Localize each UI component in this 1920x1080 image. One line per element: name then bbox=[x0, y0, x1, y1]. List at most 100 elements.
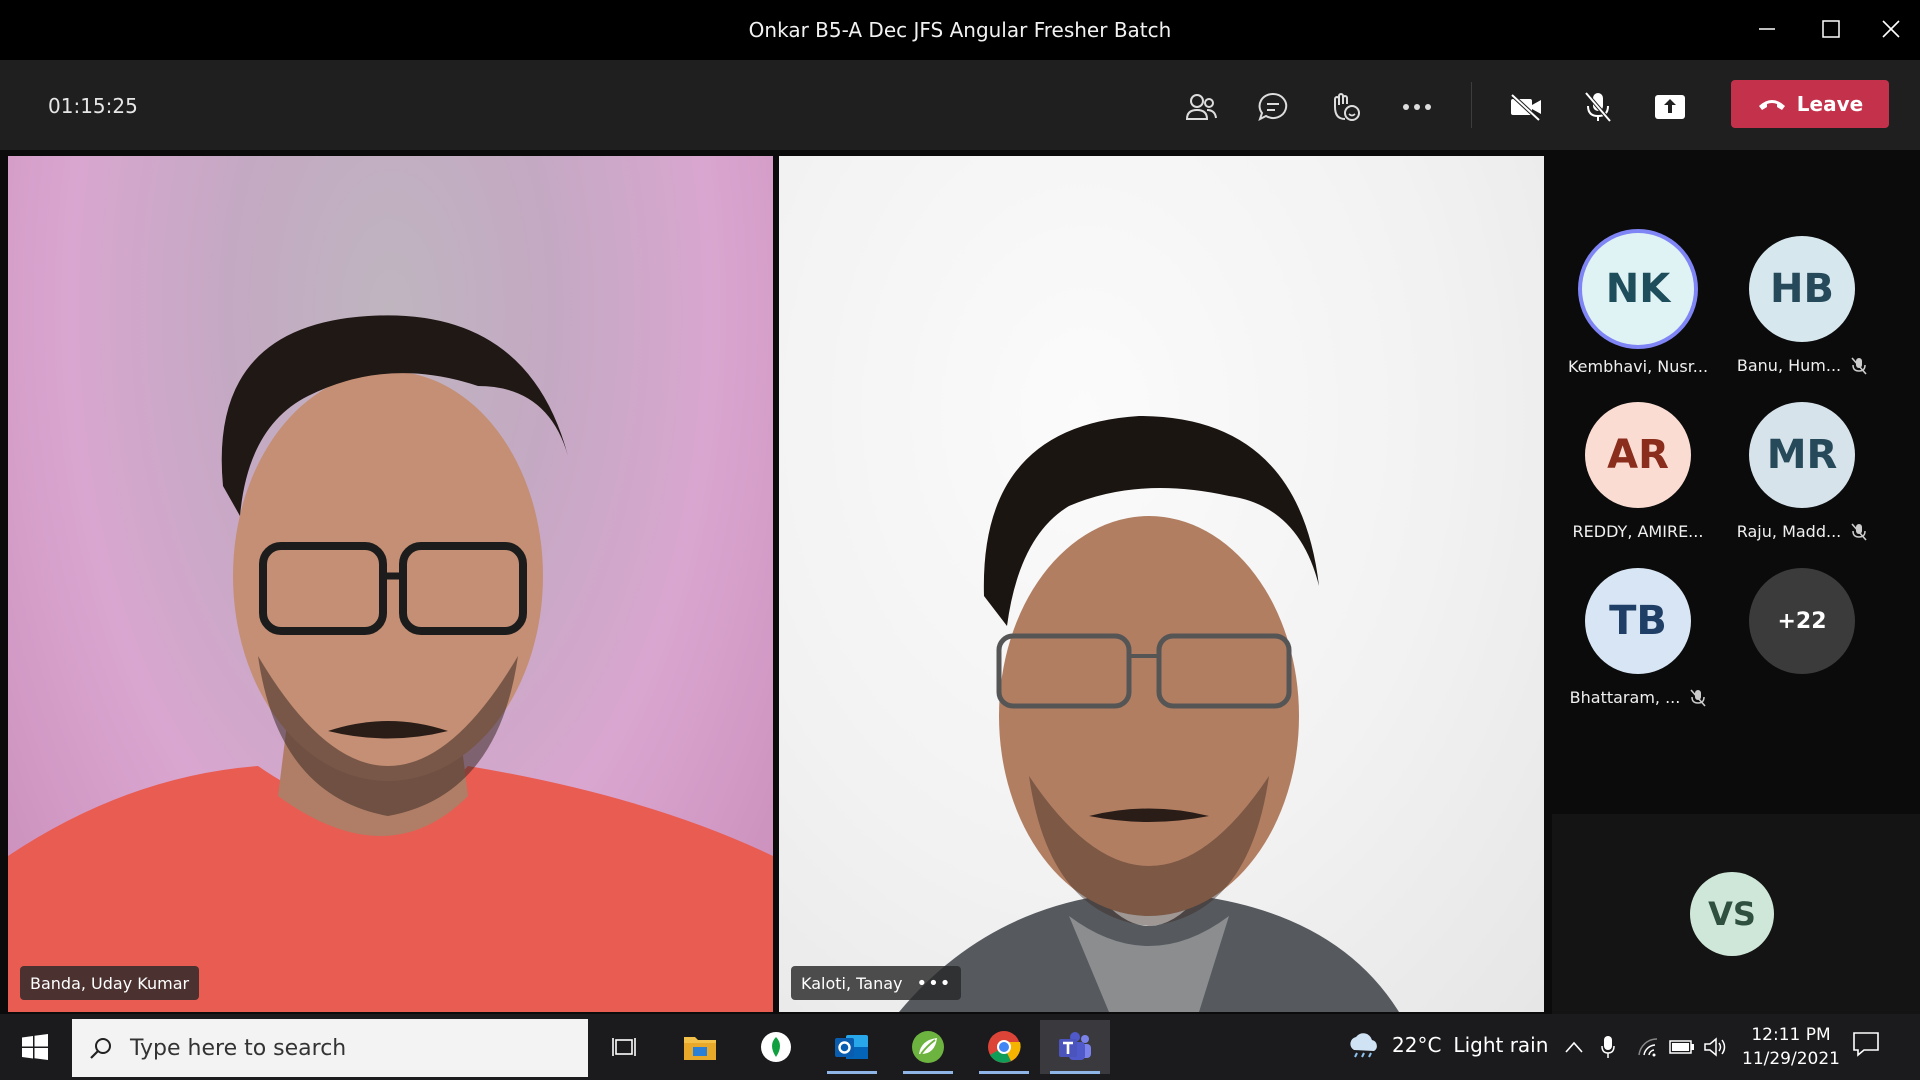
camera-off-icon bbox=[1510, 93, 1541, 121]
microphone-icon bbox=[1601, 1036, 1615, 1058]
meeting-stage: Banda, Uday Kumar Kaloti, Tanay ••• NK K… bbox=[0, 150, 1920, 1014]
muted-mic-icon bbox=[1851, 356, 1867, 375]
system-clock[interactable]: 12:11 PM 11/29/2021 bbox=[1736, 1023, 1846, 1071]
meeting-timer: 01:15:25 bbox=[48, 94, 138, 118]
clock-time: 12:11 PM bbox=[1751, 1025, 1831, 1045]
chrome-icon bbox=[988, 1031, 1021, 1063]
meeting-toolbar: 01:15:25 Leave bbox=[0, 60, 1920, 150]
avatar-initials: TB bbox=[1609, 598, 1667, 644]
wifi-icon bbox=[1638, 1038, 1658, 1057]
video-tile-2[interactable]: Kaloti, Tanay ••• bbox=[779, 156, 1544, 1012]
muted-mic-icon bbox=[1851, 522, 1867, 541]
task-view-icon bbox=[612, 1038, 636, 1056]
maximize-button[interactable] bbox=[1816, 14, 1846, 44]
roster-name-text: Raju, Madd... bbox=[1736, 522, 1842, 541]
outlook-icon bbox=[835, 1035, 868, 1059]
network-button[interactable] bbox=[1632, 1032, 1664, 1062]
minimize-icon bbox=[1759, 28, 1775, 30]
weather-widget[interactable]: 22°C Light rain bbox=[1346, 1032, 1548, 1058]
video-tile-1[interactable]: Banda, Uday Kumar bbox=[8, 156, 773, 1012]
avatar-initials: MR bbox=[1766, 432, 1838, 478]
reactions-icon bbox=[1334, 93, 1360, 121]
chrome-button[interactable] bbox=[969, 1020, 1039, 1074]
windows-taskbar: Type here to search 22°C Light rain 12:1… bbox=[0, 1014, 1920, 1080]
microphone-tray-button[interactable] bbox=[1592, 1032, 1624, 1062]
minimize-button[interactable] bbox=[1752, 14, 1782, 44]
teams-icon bbox=[1059, 1032, 1091, 1060]
participant-name-2: Kaloti, Tanay bbox=[801, 973, 903, 993]
start-button[interactable] bbox=[10, 1024, 60, 1070]
roster-person-nk[interactable]: NK Kembhavi, Nusr... bbox=[1563, 233, 1713, 386]
roster-name-text: Bhattaram, ... bbox=[1569, 688, 1681, 707]
weather-desc: Light rain bbox=[1453, 1033, 1549, 1057]
notifications-button[interactable] bbox=[1852, 1030, 1880, 1062]
roster-person-tb[interactable]: TB Bhattaram, ... bbox=[1563, 568, 1713, 718]
overflow-participants[interactable]: +22 bbox=[1727, 568, 1877, 718]
spring-tools-button[interactable] bbox=[893, 1020, 963, 1074]
chat-icon bbox=[1258, 92, 1288, 121]
participants-icon bbox=[1185, 94, 1217, 120]
search-icon-wrap bbox=[72, 1036, 130, 1060]
roster-person-hb[interactable]: HB Banu, Hum... bbox=[1727, 236, 1877, 386]
outlook-button[interactable] bbox=[817, 1020, 887, 1074]
participant-name-tag-1: Banda, Uday Kumar bbox=[20, 966, 200, 1000]
volume-button[interactable] bbox=[1700, 1032, 1732, 1062]
share-screen-button[interactable] bbox=[1647, 84, 1693, 130]
windows-logo-icon bbox=[22, 1034, 48, 1060]
overflow-count: +22 bbox=[1777, 608, 1827, 634]
search-placeholder: Type here to search bbox=[130, 1035, 347, 1061]
cloud-rain-icon bbox=[1350, 1033, 1377, 1058]
more-options-icon bbox=[1403, 104, 1431, 110]
roster-person-mr[interactable]: MR Raju, Madd... bbox=[1727, 402, 1877, 552]
roster-person-ar[interactable]: AR REDDY, AMIRE... bbox=[1563, 402, 1713, 552]
show-hidden-icons-button[interactable] bbox=[1558, 1032, 1590, 1062]
participant-name-1: Banda, Uday Kumar bbox=[30, 973, 190, 993]
weather-temp: 22°C bbox=[1392, 1033, 1442, 1057]
battery-button[interactable] bbox=[1666, 1032, 1698, 1062]
file-explorer-icon bbox=[684, 1037, 716, 1060]
mic-toggle-button[interactable] bbox=[1575, 84, 1621, 130]
roster-name: Banu, Hum... bbox=[1727, 356, 1877, 375]
participant-roster: NK Kembhavi, Nusr... HB Banu, Hum... AR … bbox=[1545, 150, 1920, 810]
avatar: HB bbox=[1749, 236, 1855, 342]
participant-video-2 bbox=[899, 416, 1399, 1012]
reactions-button[interactable] bbox=[1322, 84, 1368, 130]
leave-button[interactable]: Leave bbox=[1731, 80, 1889, 128]
hang-up-icon bbox=[1758, 100, 1785, 110]
taskbar-search[interactable]: Type here to search bbox=[72, 1019, 588, 1077]
avatar-initials: HB bbox=[1770, 266, 1834, 312]
participant-more-icon[interactable]: ••• bbox=[916, 973, 951, 994]
avatar-initials: AR bbox=[1607, 432, 1669, 478]
more-options-button[interactable] bbox=[1394, 84, 1440, 130]
clock-date: 11/29/2021 bbox=[1742, 1049, 1840, 1069]
avatar-initials: NK bbox=[1605, 266, 1671, 312]
leaf-app-icon bbox=[761, 1032, 791, 1062]
share-icon bbox=[1655, 95, 1685, 119]
chevron-up-icon bbox=[1565, 1041, 1583, 1053]
muted-mic-icon bbox=[1690, 688, 1706, 707]
title-bar: Onkar B5-A Dec JFS Angular Fresher Batch bbox=[0, 0, 1920, 60]
roster-name: REDDY, AMIRE... bbox=[1563, 522, 1713, 541]
teams-button[interactable] bbox=[1040, 1020, 1110, 1074]
avatar: NK bbox=[1582, 233, 1694, 345]
speaker-icon bbox=[1704, 1037, 1726, 1057]
file-explorer-button[interactable] bbox=[665, 1020, 735, 1074]
participants-button[interactable] bbox=[1178, 84, 1224, 130]
participant-video-1 bbox=[8, 315, 773, 1012]
camera-toggle-button[interactable] bbox=[1503, 84, 1549, 130]
participant-name-tag-2: Kaloti, Tanay ••• bbox=[791, 966, 962, 1000]
chat-button[interactable] bbox=[1250, 84, 1296, 130]
notification-icon bbox=[1853, 1032, 1879, 1057]
window-title: Onkar B5-A Dec JFS Angular Fresher Batch bbox=[748, 18, 1172, 42]
roster-name: Kembhavi, Nusr... bbox=[1563, 357, 1713, 376]
close-icon bbox=[1882, 20, 1900, 38]
leave-label: Leave bbox=[1796, 92, 1864, 116]
close-button[interactable] bbox=[1876, 14, 1906, 44]
mic-off-icon bbox=[1584, 91, 1612, 123]
app-green-leaf-button[interactable] bbox=[741, 1020, 811, 1074]
roster-name: Raju, Madd... bbox=[1727, 522, 1877, 541]
battery-icon bbox=[1669, 1040, 1694, 1054]
task-view-button[interactable] bbox=[589, 1020, 659, 1074]
avatar: AR bbox=[1585, 402, 1691, 508]
maximize-icon bbox=[1822, 20, 1840, 38]
